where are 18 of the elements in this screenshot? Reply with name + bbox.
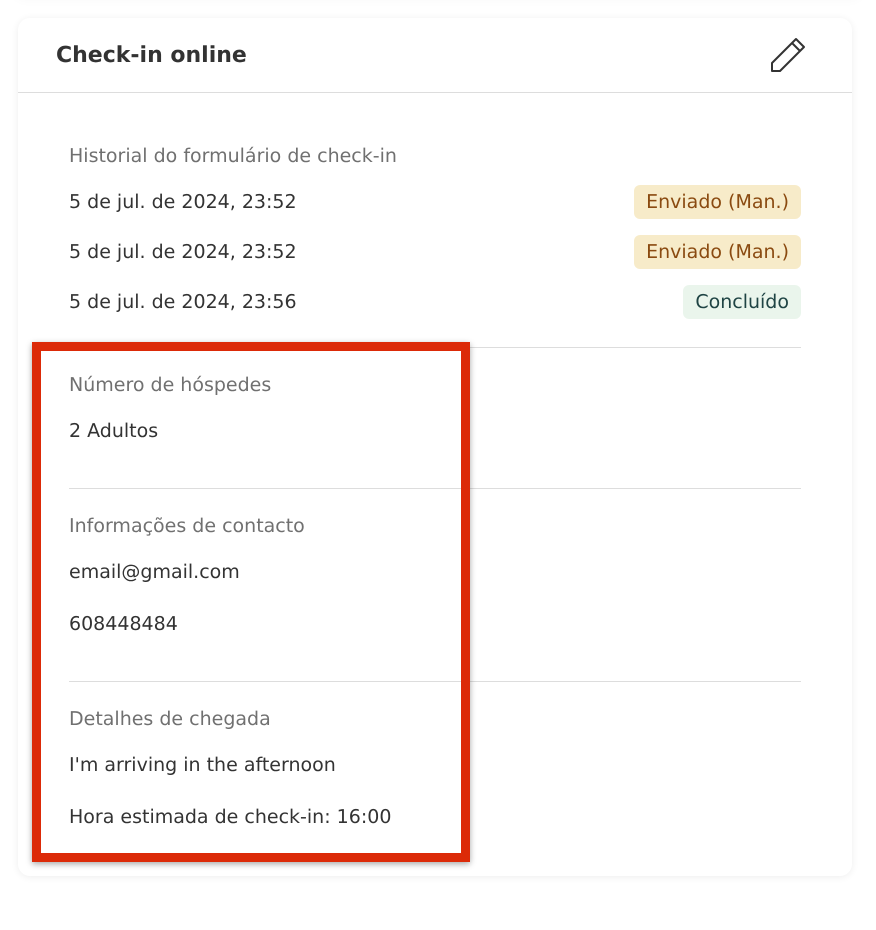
field-value: Hora estimada de check-in: 16:00 bbox=[69, 805, 392, 830]
status-badge: Enviado (Man.) bbox=[634, 235, 801, 269]
section-label: Detalhes de chegada bbox=[69, 708, 272, 730]
field-value: email@gmail.com bbox=[69, 560, 241, 585]
field-value: I'm arriving in the afternoon bbox=[69, 753, 337, 778]
edit-button[interactable] bbox=[768, 35, 808, 75]
pencil-icon bbox=[769, 36, 807, 74]
status-badge: Enviado (Man.) bbox=[634, 185, 801, 219]
section-label: Informações de contacto bbox=[69, 515, 306, 537]
card-title: Check-in online bbox=[56, 42, 247, 68]
field-value: 608448484 bbox=[69, 612, 179, 637]
history-date: 5 de jul. de 2024, 23:52 bbox=[69, 240, 297, 265]
section-label: Historial do formulário de check-in bbox=[69, 145, 398, 167]
history-date: 5 de jul. de 2024, 23:56 bbox=[69, 290, 297, 315]
section-label: Número de hóspedes bbox=[69, 374, 272, 396]
status-badge: Concluído bbox=[683, 285, 801, 319]
field-value: 2 Adultos bbox=[69, 419, 160, 444]
history-date: 5 de jul. de 2024, 23:52 bbox=[69, 190, 297, 215]
